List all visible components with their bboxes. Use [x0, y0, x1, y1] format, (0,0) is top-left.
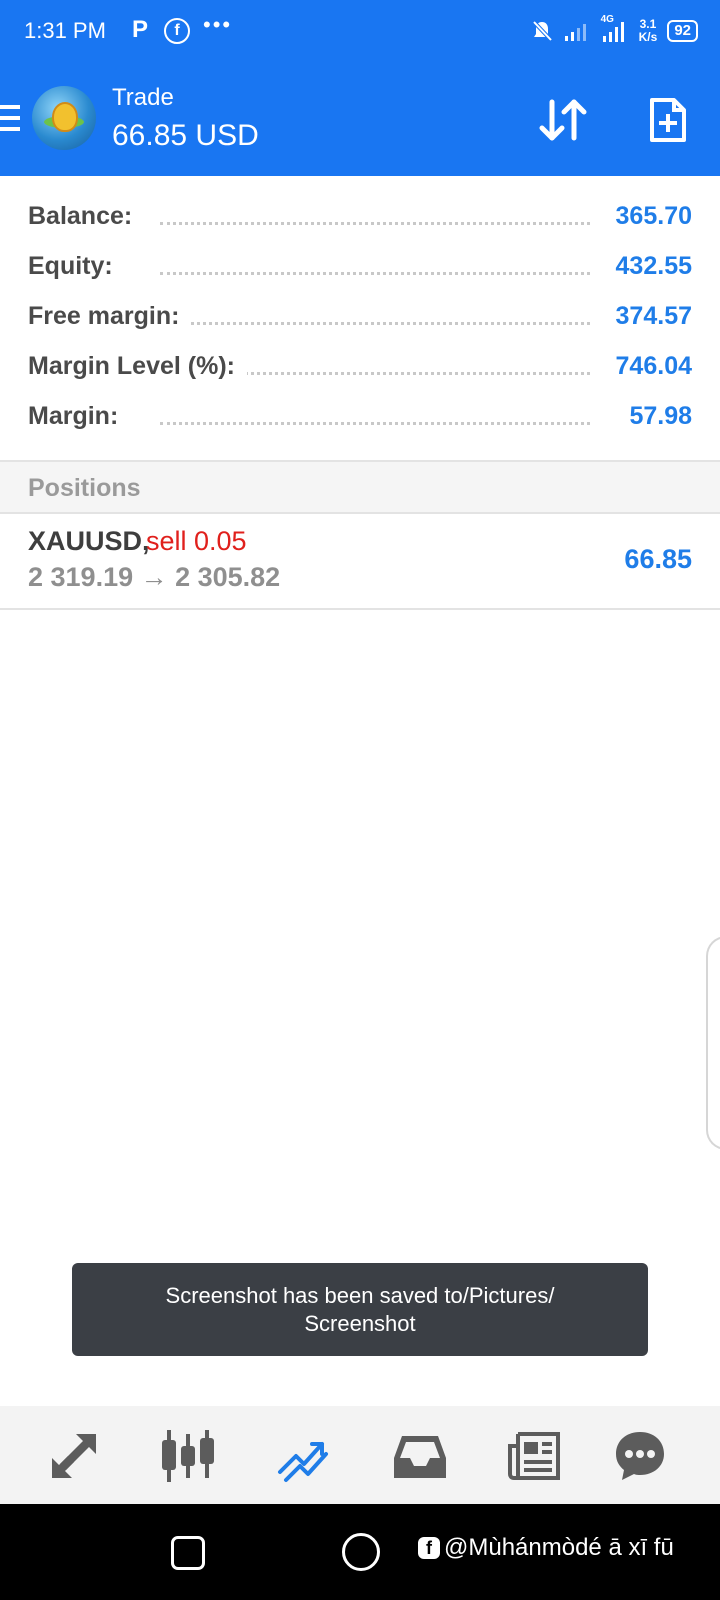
recents-button[interactable]: [171, 1536, 205, 1570]
sort-icon[interactable]: [538, 96, 588, 144]
balance-row: Balance: 365.70: [0, 188, 720, 238]
bottom-navigation: [0, 1406, 720, 1504]
equity-row: Equity: 432.55: [0, 238, 720, 288]
margin-value: 57.98: [617, 402, 692, 431]
account-summary: Balance: 365.70 Equity: 432.55 Free marg…: [0, 188, 720, 438]
app-bar: Trade 66.85 USD: [0, 64, 720, 176]
balance-label: Balance:: [28, 202, 145, 231]
status-time: 1:31 PM: [24, 18, 106, 43]
metatrader-logo: [32, 86, 96, 150]
position-row[interactable]: XAUUSD, sell 0.05 2 319.19 → 2 305.82 66…: [0, 512, 720, 610]
margin-label: Margin:: [28, 402, 131, 431]
facebook-icon: f: [418, 1537, 440, 1559]
history-icon[interactable]: [392, 1428, 448, 1484]
chart-icon[interactable]: [160, 1428, 216, 1484]
equity-value: 432.55: [603, 252, 692, 281]
signal-2-icon: 4G: [599, 14, 629, 44]
margin-level-row: Margin Level (%): 746.04: [0, 338, 720, 388]
page-title: Trade: [112, 84, 174, 111]
status-indicators: 4G 3.1 K/s 92: [531, 14, 698, 46]
positions-title: Positions: [28, 474, 141, 502]
menu-icon[interactable]: [0, 105, 20, 131]
screenshot-toast: Screenshot has been saved to/Pictures/ S…: [72, 1263, 648, 1356]
free-margin-value: 374.57: [603, 302, 692, 331]
margin-level-label: Margin Level (%):: [28, 352, 247, 381]
quotes-icon[interactable]: [46, 1428, 102, 1484]
free-margin-label: Free margin:: [28, 302, 192, 331]
position-profit: 66.85: [624, 544, 692, 574]
positions-header: Positions: [0, 460, 720, 514]
facebook-notification-icon: f: [164, 18, 190, 44]
position-side: sell 0.05: [146, 526, 247, 556]
more-notifications-icon: •••: [203, 12, 233, 37]
watermark-text: @Mùhánmòdé ā xī fū: [444, 1534, 674, 1561]
free-margin-row: Free margin: 374.57: [0, 288, 720, 338]
news-icon[interactable]: [506, 1428, 562, 1484]
network-speed: 3.1 K/s: [638, 17, 658, 44]
home-button[interactable]: [342, 1533, 380, 1571]
parking-notification-icon: P: [132, 16, 149, 43]
watermark: f @Mùhánmòdé ā xī fū: [418, 1534, 674, 1562]
toast-message: Screenshot has been saved to/Pictures/ S…: [165, 1282, 555, 1336]
account-profit: 66.85 USD: [112, 119, 259, 152]
signal-1-icon: [564, 24, 586, 41]
balance-value: 365.70: [603, 202, 692, 231]
mute-bell-icon: [532, 20, 553, 42]
chat-icon[interactable]: [612, 1428, 668, 1484]
position-symbol: XAUUSD,: [28, 526, 150, 556]
edge-panel-handle[interactable]: [706, 936, 720, 1150]
equity-label: Equity:: [28, 252, 125, 281]
trade-icon[interactable]: [276, 1428, 332, 1484]
margin-level-value: 746.04: [603, 352, 692, 381]
system-navigation-bar: f @Mùhánmòdé ā xī fū: [0, 1504, 720, 1600]
margin-row: Margin: 57.98: [0, 388, 720, 438]
battery-indicator: 92: [667, 20, 698, 42]
status-bar: 1:31 PM P f ••• 4G 3.1 K/s 92: [0, 0, 720, 64]
new-order-icon[interactable]: [648, 96, 688, 144]
position-prices: 2 319.19 → 2 305.82: [28, 562, 281, 592]
